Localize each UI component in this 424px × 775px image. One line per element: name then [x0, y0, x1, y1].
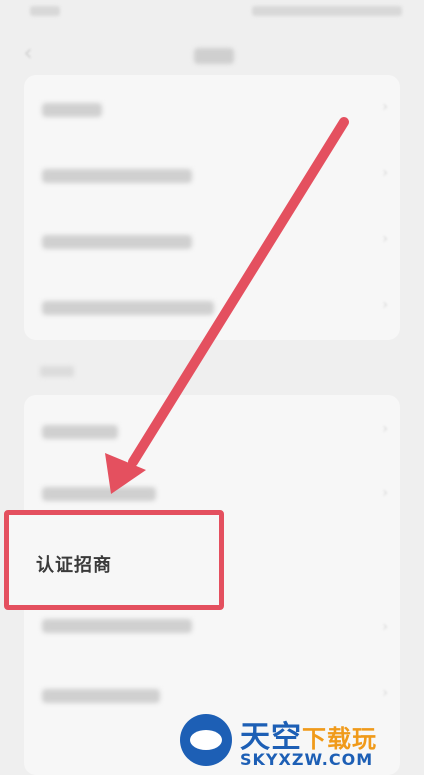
settings-card-1: › › › ›	[24, 75, 400, 340]
list-item-label-blurred	[42, 103, 102, 117]
list-item[interactable]: ›	[24, 277, 400, 337]
list-item-label-blurred	[42, 689, 160, 703]
certified-merchant-item[interactable]: 认证招商	[36, 551, 112, 577]
list-item-label-blurred	[42, 619, 192, 633]
watermark-url: SKYXZW.COM	[240, 750, 374, 769]
list-item[interactable]: ›	[24, 79, 400, 139]
page-title-blurred	[194, 48, 234, 64]
chevron-right-icon: ›	[382, 165, 388, 181]
status-icons-blurred	[252, 6, 402, 16]
list-item-label-blurred	[42, 425, 118, 439]
list-item-label-blurred	[42, 487, 156, 501]
back-chevron-icon[interactable]: ‹	[14, 40, 42, 68]
watermark-logo-icon	[180, 714, 232, 766]
list-item[interactable]: ›	[24, 401, 400, 461]
list-item[interactable]: ›	[24, 145, 400, 205]
list-item[interactable]: ›	[24, 211, 400, 271]
chevron-right-icon: ›	[382, 297, 388, 313]
chevron-right-icon: ›	[382, 231, 388, 247]
section-label-blurred	[40, 366, 74, 377]
list-item-label-blurred	[42, 235, 192, 249]
chevron-right-icon: ›	[382, 685, 388, 701]
status-time-blurred	[30, 6, 60, 16]
chevron-right-icon: ›	[382, 619, 388, 635]
chevron-right-icon: ›	[382, 485, 388, 501]
list-item-label-blurred	[42, 301, 214, 315]
chevron-right-icon: ›	[382, 421, 388, 437]
watermark: 天空下载玩 SKYXZW.COM	[176, 708, 424, 771]
status-bar	[0, 0, 424, 30]
chevron-right-icon: ›	[382, 99, 388, 115]
list-item-label-blurred	[42, 169, 192, 183]
